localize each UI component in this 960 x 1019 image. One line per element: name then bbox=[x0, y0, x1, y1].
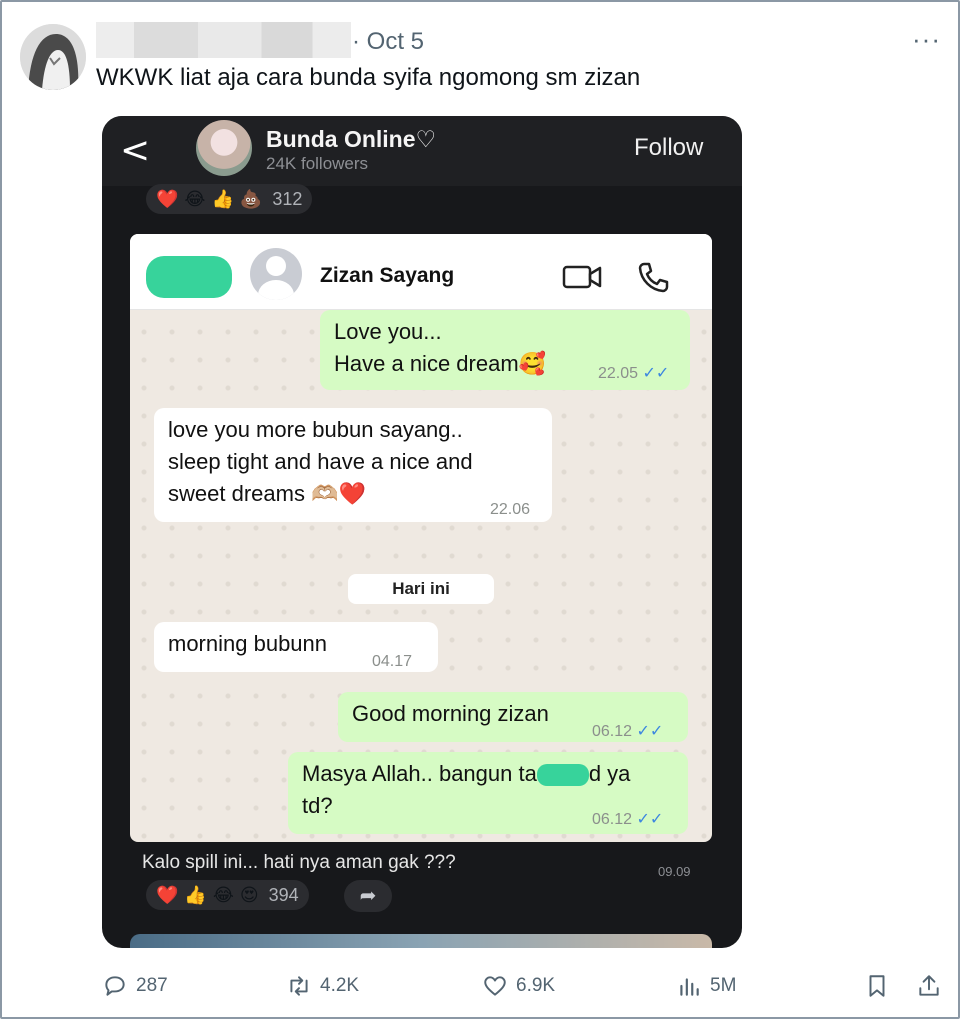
message-outgoing[interactable]: Good morning zizan 06.12 ✓✓ bbox=[338, 692, 688, 742]
channel-followers: 24K followers bbox=[266, 154, 369, 173]
chat-header: Zizan Sayang bbox=[130, 234, 712, 310]
reply-icon bbox=[105, 976, 125, 996]
reaction-count: 394 bbox=[268, 884, 299, 905]
contact-name: Zizan Sayang bbox=[320, 264, 455, 287]
post-text: WKWK liat aja cara bunda syifa ngomong s… bbox=[96, 64, 641, 91]
reaction-heart: ❤️ bbox=[156, 884, 179, 905]
share-icon[interactable]: ➦ bbox=[344, 880, 392, 912]
reply-count: 287 bbox=[136, 975, 168, 996]
views-icon bbox=[680, 978, 699, 996]
views-count: 5M bbox=[710, 975, 737, 996]
top-reactions[interactable]: ❤️ 😂 👍 💩 312 bbox=[146, 184, 313, 214]
heart-icon bbox=[484, 976, 506, 996]
reaction-poop: 💩 bbox=[239, 188, 263, 209]
post-caption: Kalo spill ini... hati nya aman gak ??? bbox=[142, 852, 456, 873]
message-time: 22.06 bbox=[490, 501, 531, 518]
message-outgoing[interactable]: Love you... Have a nice dream🥰 22.05 ✓✓ bbox=[320, 310, 690, 390]
avatar[interactable] bbox=[20, 24, 86, 90]
phone-call-icon bbox=[638, 262, 669, 293]
back-arrow-icon[interactable]: < bbox=[120, 130, 150, 171]
bookmark-button[interactable] bbox=[864, 966, 890, 1006]
read-ticks-icon: ✓✓ bbox=[642, 365, 670, 382]
message-time: 04.17 bbox=[372, 653, 413, 670]
author-name-redacted bbox=[96, 22, 351, 58]
day-separator: Hari ini bbox=[348, 574, 494, 604]
bookmark-icon bbox=[869, 975, 885, 997]
next-media-preview bbox=[130, 934, 712, 948]
views-button[interactable]: 5M bbox=[676, 966, 736, 1006]
reaction-laugh: 😂 bbox=[184, 188, 206, 209]
caption-time: 09.09 bbox=[658, 864, 691, 879]
contact-avatar-icon bbox=[250, 248, 302, 300]
share-post-button[interactable] bbox=[916, 966, 942, 1006]
repost-count: 4.2K bbox=[320, 975, 360, 996]
video-call-icon bbox=[562, 265, 602, 289]
message-text: Love you... bbox=[334, 319, 442, 344]
bottom-reactions[interactable]: ❤️ 👍 😂 😍 394 bbox=[146, 880, 309, 910]
message-incoming[interactable]: morning bubunn 04.17 bbox=[154, 622, 438, 672]
message-text: Masya Allah.. bangun ta d ya bbox=[302, 761, 631, 787]
redaction-mark bbox=[146, 256, 232, 298]
like-button[interactable]: 6.9K bbox=[482, 966, 555, 1006]
message-incoming[interactable]: love you more bubun sayang.. sleep tight… bbox=[154, 408, 552, 522]
message-time: 06.12 ✓✓ bbox=[592, 723, 664, 740]
redaction-mark bbox=[536, 764, 589, 787]
follow-button[interactable]: Follow bbox=[634, 134, 703, 162]
channel-header: < Bunda Online♡ 24K followers Follow bbox=[102, 116, 742, 186]
channel-name: Bunda Online♡ bbox=[266, 126, 437, 152]
post-date[interactable]: · Oct 5 bbox=[352, 28, 424, 56]
repost-icon bbox=[290, 976, 308, 996]
more-options-icon[interactable]: ··· bbox=[912, 24, 941, 55]
message-text: love you more bubun sayang.. bbox=[168, 417, 463, 442]
reaction-laugh: 😂 bbox=[212, 884, 234, 905]
read-ticks-icon: ✓✓ bbox=[636, 723, 664, 740]
channel-avatar[interactable] bbox=[196, 120, 252, 176]
reaction-heart-eyes: 😍 bbox=[239, 884, 259, 905]
reaction-thumbs-up: 👍 bbox=[184, 884, 207, 905]
message-text: sweet dreams 🫶🏼❤️ bbox=[168, 481, 366, 506]
read-ticks-icon: ✓✓ bbox=[636, 811, 664, 828]
repost-button[interactable]: 4.2K bbox=[286, 966, 359, 1006]
action-bar: 287 4.2K 6.9K 5M bbox=[96, 966, 946, 1006]
message-time: 22.05 ✓✓ bbox=[598, 365, 670, 382]
reaction-count: 312 bbox=[272, 188, 303, 209]
message-outgoing[interactable]: Masya Allah.. bangun ta d ya td? 06.12 ✓✓ bbox=[288, 752, 688, 834]
upload-share-icon bbox=[919, 975, 939, 996]
message-text: sleep tight and have a nice and bbox=[168, 449, 473, 474]
reply-button[interactable]: 287 bbox=[102, 966, 168, 1006]
post-media[interactable]: < Bunda Online♡ 24K followers Follow ❤️ … bbox=[102, 116, 742, 948]
reaction-thumbs-up: 👍 bbox=[211, 188, 234, 209]
reaction-heart: ❤️ bbox=[156, 188, 179, 209]
like-count: 6.9K bbox=[516, 975, 556, 996]
whatsapp-screenshot: Zizan Sayang Love you... Have a nice dre… bbox=[130, 234, 712, 842]
message-time: 06.12 ✓✓ bbox=[592, 811, 664, 828]
